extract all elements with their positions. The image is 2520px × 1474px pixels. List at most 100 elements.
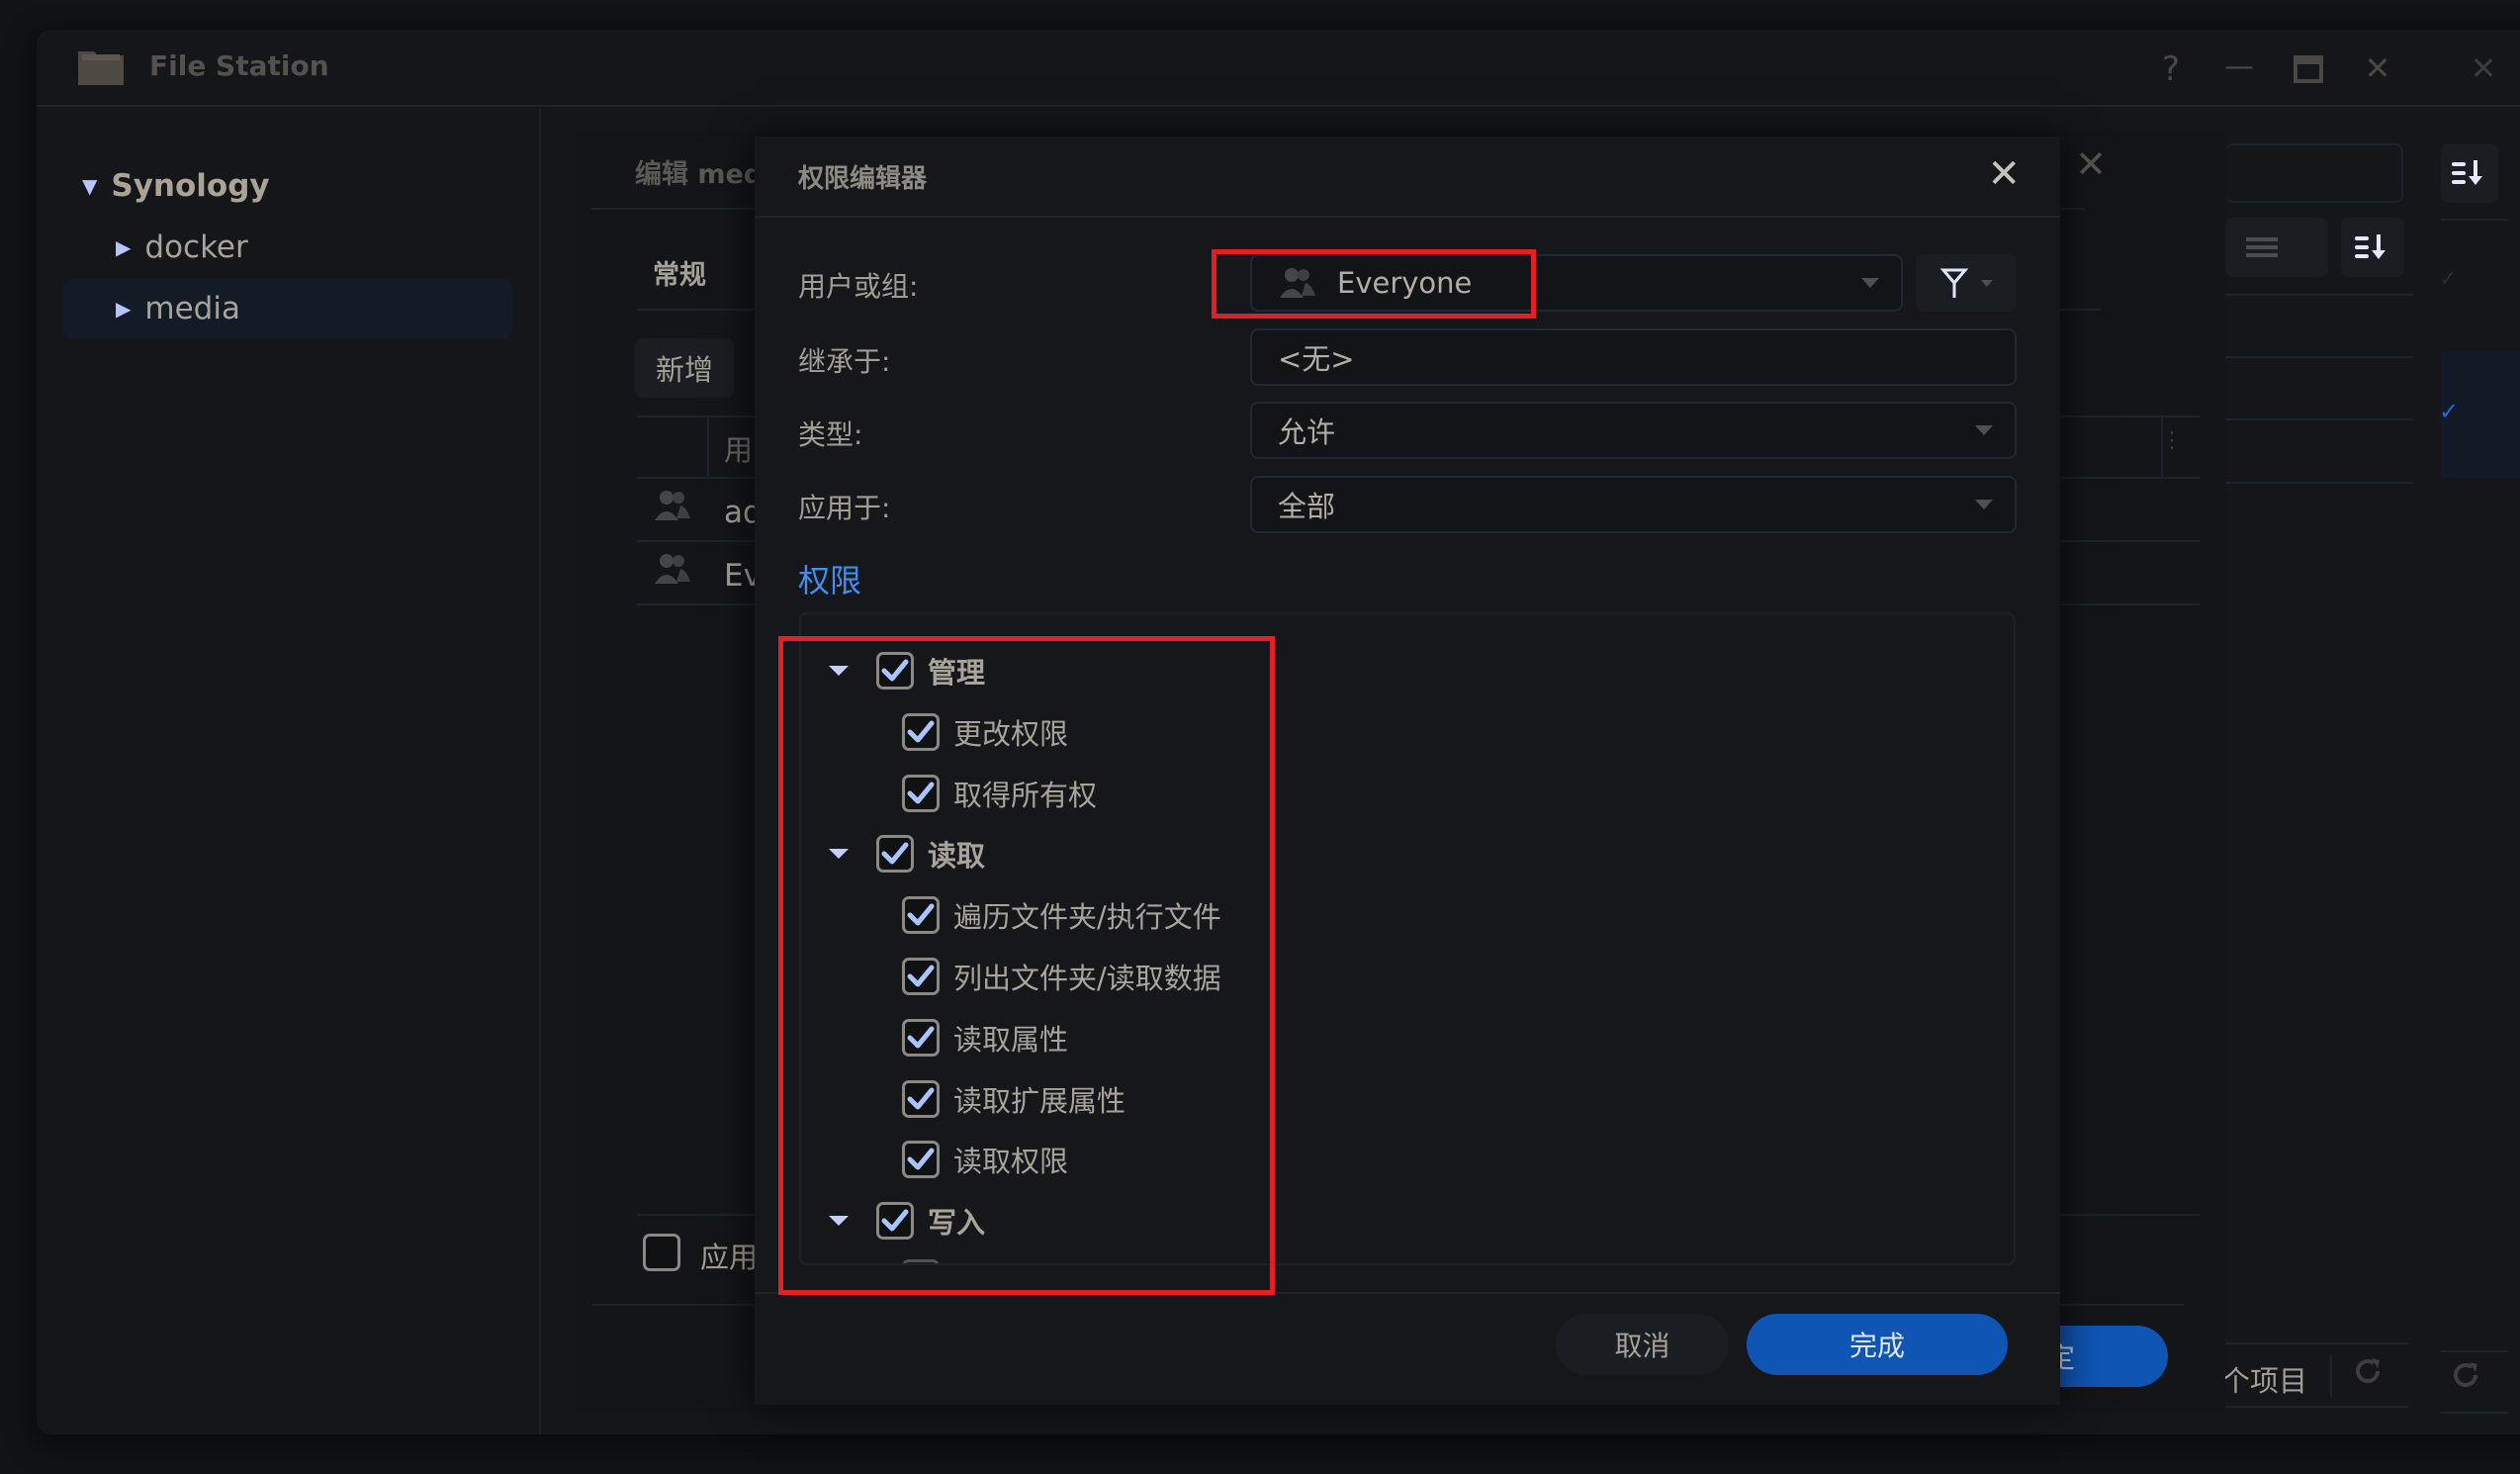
group-icon — [653, 489, 694, 526]
sort-icon[interactable] — [2341, 218, 2404, 277]
permission-row[interactable]: 更改权限 — [902, 707, 1068, 757]
permission-checkbox[interactable] — [876, 835, 914, 874]
apply-checkbox-label: 应用 — [700, 1241, 759, 1274]
group-icon — [1280, 268, 1315, 298]
permission-row[interactable]: 遍历文件夹/执行文件 — [902, 890, 1221, 940]
permission-checkbox[interactable] — [902, 712, 940, 751]
dialog-title: 权限编辑器 — [798, 164, 928, 194]
table-header-user[interactable]: 用 — [724, 427, 753, 469]
caret-right-icon[interactable]: ▶ — [116, 297, 131, 321]
chevron-down-icon — [1981, 279, 1993, 287]
close-icon[interactable]: ✕ — [2075, 142, 2107, 186]
permission-checkbox[interactable] — [902, 896, 940, 935]
help-icon[interactable]: ? — [2151, 49, 2191, 89]
caret-down-icon[interactable] — [829, 666, 849, 676]
group-icon — [653, 552, 694, 590]
app-title: File Station — [149, 49, 329, 82]
check-icon: ✓ — [2439, 398, 2460, 425]
close-window-button[interactable]: ✕ — [2358, 49, 2397, 87]
permission-row[interactable]: 读取属性 — [902, 1013, 1068, 1062]
caret-down-icon[interactable] — [829, 1216, 849, 1227]
checkmark-icon — [880, 839, 910, 869]
filter-icon — [1939, 268, 1969, 298]
permission-label: 读取权限 — [953, 1145, 1069, 1179]
chevron-down-icon — [1861, 278, 1879, 288]
add-button[interactable]: 新增 — [635, 338, 734, 398]
type-select[interactable]: 允许 — [1250, 402, 2017, 459]
close-icon[interactable]: ✕ — [1987, 154, 2021, 194]
permission-label: 读取 — [928, 839, 986, 874]
chevron-down-icon — [1975, 500, 1993, 509]
apply-to-label: 应用于: — [798, 492, 891, 524]
checkmark-icon — [906, 1023, 936, 1053]
checkmark-icon — [906, 779, 936, 808]
permission-checkbox[interactable] — [902, 774, 940, 812]
inherited-from-field: <无> — [1250, 328, 2017, 386]
permission-label: 更改权限 — [953, 716, 1069, 751]
check-icon: ✓ — [2439, 267, 2458, 292]
outer-close-button[interactable]: ✕ — [2464, 49, 2503, 87]
inherited-from-value: <无> — [1278, 342, 1355, 376]
sort-icon[interactable] — [2441, 143, 2498, 203]
apply-checkbox[interactable] — [643, 1234, 680, 1271]
tree-item-docker[interactable]: ▶ docker — [116, 218, 248, 277]
column-menu-icon[interactable]: ⋮ — [2161, 428, 2183, 453]
type-value: 允许 — [1278, 415, 1336, 449]
permission-checkbox[interactable] — [876, 1202, 914, 1241]
tree-item-media[interactable]: ▶ media — [62, 279, 513, 338]
permission-group-row[interactable]: 管理 — [829, 646, 985, 695]
search-field-partial[interactable] — [2225, 143, 2403, 203]
tab-general[interactable]: 常规 — [653, 253, 706, 292]
permission-editor-dialog: 权限编辑器 ✕ 用户或组: Everyone 继承于: <无> 类型: 允许 应… — [755, 137, 2060, 1405]
permission-group-row[interactable]: 写入 — [829, 1196, 985, 1245]
permission-checkbox[interactable] — [902, 958, 940, 995]
view-mode-button[interactable] — [2225, 218, 2328, 277]
permission-checkbox[interactable] — [902, 1079, 940, 1118]
permission-group-row[interactable]: 读取 — [829, 829, 985, 878]
apply-to-select[interactable]: 全部 — [1250, 476, 2017, 533]
folder-tree-sidebar: ▼ Synology ▶ docker ▶ media — [37, 109, 541, 1434]
user-or-group-label: 用户或组: — [798, 270, 919, 303]
permissions-section-title: 权限 — [798, 562, 862, 599]
done-button[interactable]: 完成 — [1747, 1314, 2008, 1375]
user-or-group-select[interactable]: Everyone — [1250, 254, 1903, 312]
refresh-icon[interactable] — [2352, 1355, 2384, 1391]
permission-label: 列出文件夹/读取数据 — [953, 962, 1221, 995]
permission-checkbox[interactable] — [902, 1141, 940, 1179]
permission-label: 取得所有权 — [953, 778, 1098, 812]
checkmark-icon — [880, 656, 910, 686]
permission-label: 管理 — [928, 656, 986, 690]
permission-row[interactable]: 取得所有权 — [902, 769, 1097, 818]
permission-checkbox[interactable] — [876, 652, 914, 690]
permission-checkbox[interactable] — [902, 1018, 940, 1057]
permission-label: 读取扩展属性 — [953, 1083, 1126, 1118]
tree-root-label: Synology — [111, 168, 270, 204]
permission-row[interactable]: 读取扩展属性 — [902, 1074, 1125, 1124]
folder-icon — [78, 51, 124, 85]
checkmark-icon — [906, 717, 936, 747]
minimize-button[interactable]: — — [2219, 49, 2259, 84]
caret-down-icon[interactable] — [829, 849, 849, 860]
permission-row[interactable]: 读取权限 — [902, 1135, 1068, 1184]
refresh-icon[interactable] — [2450, 1359, 2481, 1395]
permission-label: 写入 — [928, 1206, 986, 1241]
maximize-button[interactable] — [2289, 49, 2328, 92]
checkmark-icon — [906, 1084, 936, 1114]
tree-item-label: docker — [144, 230, 248, 265]
caret-right-icon[interactable]: ▶ — [116, 235, 131, 259]
apply-to-value: 全部 — [1278, 490, 1336, 523]
cancel-button[interactable]: 取消 — [1556, 1314, 1729, 1375]
permission-tree[interactable]: 管理更改权限取得所有权读取遍历文件夹/执行文件 列出文件夹/读取数据 读取属性读取扩… — [799, 612, 2016, 1265]
filter-button[interactable] — [1916, 254, 2017, 312]
permission-label: 遍历文件夹/执行文件 — [953, 900, 1221, 935]
edit-dialog-title: 编辑 med — [635, 159, 764, 190]
caret-down-icon[interactable]: ▼ — [82, 174, 97, 198]
chevron-down-icon — [1975, 425, 1993, 435]
tree-root-synology[interactable]: ▼ Synology — [82, 156, 270, 216]
permission-row[interactable]: 列出文件夹/读取数据 — [902, 952, 1221, 1001]
checkmark-icon — [906, 962, 936, 991]
clipped-checkbox — [902, 1259, 940, 1263]
type-label: 类型: — [798, 418, 863, 451]
checkmark-icon — [906, 1145, 936, 1174]
permission-label: 读取属性 — [953, 1022, 1069, 1057]
